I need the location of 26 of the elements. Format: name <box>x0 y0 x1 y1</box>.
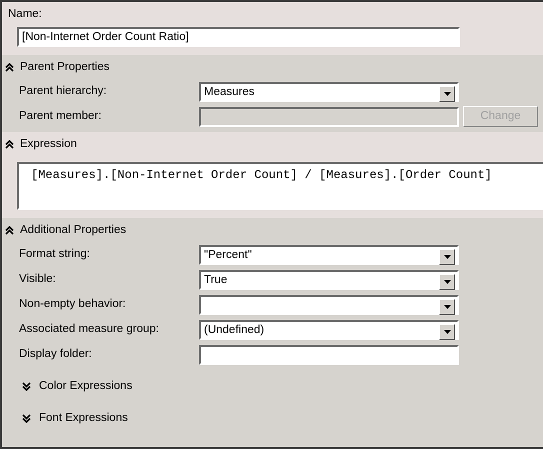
field-label: Associated measure group: <box>19 322 160 338</box>
expression-editor[interactable]: [Measures].[Non-Internet Order Count] / [Measures].[Order Count] <box>17 162 543 210</box>
dropdown-field[interactable]: (Undefined) <box>199 320 459 340</box>
dropdown-field[interactable] <box>199 294 459 315</box>
field-label: Parent member: <box>19 109 102 124</box>
field-label: Visible: <box>19 272 57 288</box>
dropdown-field[interactable]: Measures <box>199 82 459 102</box>
section-title: Expression <box>20 136 77 152</box>
text-field[interactable] <box>199 344 459 365</box>
subsection-title: Color Expressions <box>39 378 132 394</box>
section-title: Parent Properties <box>20 60 110 75</box>
expand-icon[interactable] <box>22 414 31 423</box>
collapse-icon[interactable] <box>5 140 14 149</box>
field-label: Display folder: <box>19 347 93 362</box>
collapse-icon[interactable] <box>5 226 14 235</box>
expand-icon[interactable] <box>22 382 31 391</box>
name-label: Name: <box>8 7 43 22</box>
field-label: Parent hierarchy: <box>19 84 108 100</box>
dropdown-field[interactable]: "Percent" <box>199 244 459 265</box>
name-input-field[interactable]: [Non-Internet Order Count Ratio] <box>17 27 460 48</box>
field-label: Format string: <box>19 247 91 262</box>
field-label: Non-empty behavior: <box>19 297 127 312</box>
dropdown-field[interactable]: True <box>199 270 459 290</box>
section-title: Additional Properties <box>20 222 126 238</box>
subsection-title: Font Expressions <box>39 410 128 426</box>
collapse-icon[interactable] <box>5 62 14 72</box>
